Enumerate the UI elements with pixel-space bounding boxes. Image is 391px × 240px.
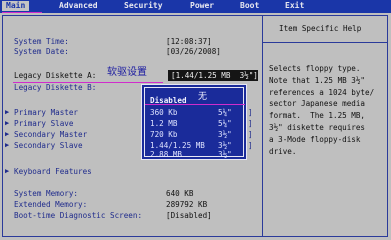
legacy-diskette-a-field[interactable]: [1.44/1.25 MB 3½"] xyxy=(168,70,258,81)
help-title-divider xyxy=(262,42,388,43)
extended-memory-label: Extended Memory: xyxy=(14,200,88,209)
boot-diagnostic-value[interactable]: [Disabled] xyxy=(166,212,212,220)
option-size: 360 Kb xyxy=(150,108,178,117)
submenu-secondary-master[interactable]: Secondary Master xyxy=(14,131,87,139)
tab-main-underline xyxy=(2,12,42,14)
submenu-arrow-icon: ▶ xyxy=(5,167,10,175)
option-form-factor: 5¼" xyxy=(218,119,232,128)
option-form-factor: 3½" xyxy=(218,130,232,139)
submenu-arrow-icon: ▶ xyxy=(5,119,10,127)
option-720kb[interactable]: 720 Kb 3½" xyxy=(150,130,232,139)
option-size: 720 Kb xyxy=(150,130,178,139)
floppy-type-popup: Disabled 无 360 Kb 5¼" 1.2 MB 5¼" 720 Kb 3½"… xyxy=(141,84,247,160)
submenu-primary-slave[interactable]: Primary Slave xyxy=(14,120,73,128)
submenu-arrow-icon: ▶ xyxy=(5,141,10,149)
option-form-factor: 5¼" xyxy=(218,108,232,117)
field-bracket: ] xyxy=(248,119,253,128)
tab-advanced[interactable]: Advanced xyxy=(59,2,98,10)
legacy-diskette-b-label: Legacy Diskette B: xyxy=(14,83,97,92)
option-size: 1.2 MB xyxy=(150,119,178,128)
field-bracket: ] xyxy=(248,108,253,117)
boot-diagnostic-label: Boot-time Diagnostic Screen: xyxy=(14,211,143,220)
tab-security[interactable]: Security xyxy=(124,2,163,10)
tab-exit[interactable]: Exit xyxy=(285,2,304,10)
submenu-keyboard-features[interactable]: Keyboard Features xyxy=(14,168,92,176)
tab-boot[interactable]: Boot xyxy=(240,2,259,10)
option-1-2mb[interactable]: 1.2 MB 5¼" xyxy=(150,119,232,128)
field-bracket: ] xyxy=(248,130,253,139)
option-360kb[interactable]: 360 Kb 5¼" xyxy=(150,108,232,117)
help-text: Selects floppy type. Note that 1.25 MB 3… xyxy=(269,64,375,156)
popup-selection-underline xyxy=(145,104,245,106)
field-bracket: ] xyxy=(248,141,253,150)
submenu-secondary-slave[interactable]: Secondary Slave xyxy=(14,142,83,150)
system-memory-label: System Memory: xyxy=(14,189,79,198)
tab-power[interactable]: Power xyxy=(190,2,214,10)
tab-main[interactable]: Main xyxy=(2,1,30,11)
help-title: Item Specific Help xyxy=(279,24,362,33)
submenu-arrow-icon: ▶ xyxy=(5,108,10,116)
floppy-setting-annotation: 软驱设置 xyxy=(107,67,147,78)
extended-memory-value: 289792 KB xyxy=(166,200,208,209)
option-form-factor: 3½" xyxy=(218,150,232,159)
system-time-value[interactable]: [12:08:37] xyxy=(166,38,212,46)
option-size: 1.44/1.25 MB xyxy=(150,141,205,150)
system-time-label: System Time: xyxy=(14,37,69,46)
submenu-primary-master[interactable]: Primary Master xyxy=(14,109,78,117)
option-1-44mb[interactable]: 1.44/1.25 MB 3½" xyxy=(150,141,232,150)
system-date-label: System Date: xyxy=(14,47,69,56)
option-form-factor: 3½" xyxy=(218,141,232,150)
system-date-value[interactable]: [03/26/2008] xyxy=(166,48,221,56)
panel-divider xyxy=(262,15,263,237)
none-annotation: 无 xyxy=(198,92,208,102)
option-2-88mb[interactable]: 2.88 MB 3½" xyxy=(150,150,232,159)
submenu-arrow-icon: ▶ xyxy=(5,130,10,138)
system-memory-value: 640 KB xyxy=(166,189,194,198)
option-size: 2.88 MB xyxy=(150,150,183,159)
legacy-diskette-a-label: Legacy Diskette A: xyxy=(14,71,97,80)
